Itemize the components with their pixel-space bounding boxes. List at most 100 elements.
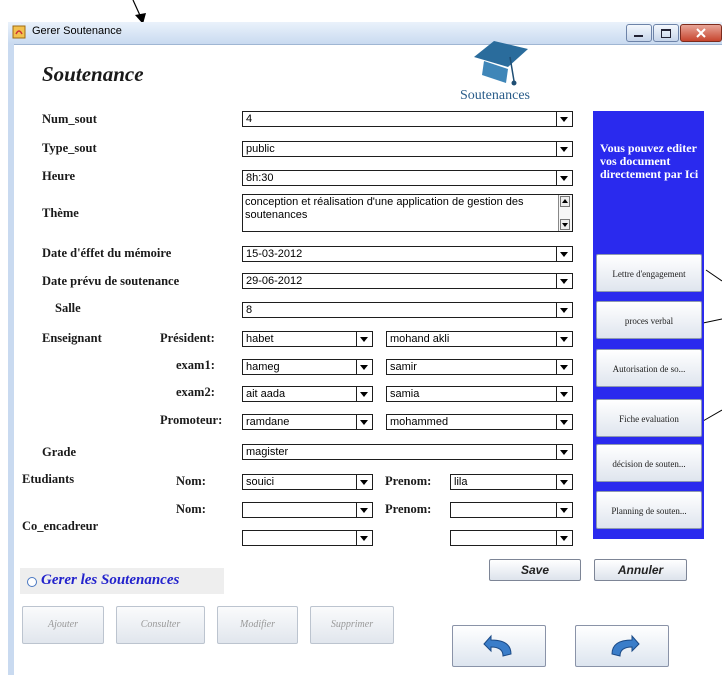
president-nom-value: habet [246, 333, 274, 345]
chevron-down-icon[interactable] [556, 387, 572, 401]
page-title: Soutenance [42, 62, 144, 86]
chevron-down-icon[interactable] [556, 360, 572, 374]
heure-label: Heure [42, 169, 76, 183]
chevron-down-icon[interactable] [556, 142, 572, 156]
exam2-prenom-select[interactable]: samia [386, 386, 573, 402]
radio-icon[interactable] [27, 577, 37, 587]
exam2-label: exam2: [176, 385, 215, 399]
exam1-nom-select[interactable]: hameg [242, 359, 373, 375]
etudiants-label: Etudiants [22, 472, 75, 486]
java-app-icon [12, 25, 26, 39]
chevron-down-icon[interactable] [556, 247, 572, 261]
chevron-down-icon[interactable] [356, 332, 372, 346]
chevron-down-icon[interactable] [556, 445, 572, 459]
president-label: Président: [160, 331, 215, 345]
chevron-down-icon[interactable] [556, 171, 572, 185]
panel-note: Vous pouvez editer vos document directem… [600, 141, 699, 181]
autorisation-button[interactable]: Autorisation de so... [596, 349, 702, 387]
chevron-down-icon[interactable] [556, 274, 572, 288]
lettre-engagement-button[interactable]: Lettre d'engagement [596, 254, 702, 292]
num-sout-select[interactable]: 4 [242, 111, 573, 127]
enseignant-label: Enseignant [42, 331, 102, 345]
president-nom-select[interactable]: habet [242, 331, 373, 347]
salle-value: 8 [246, 304, 253, 316]
undo-button[interactable] [452, 625, 546, 667]
grade-value: magister [246, 446, 289, 458]
chevron-down-icon[interactable] [356, 415, 372, 429]
close-icon [696, 28, 706, 38]
exam1-prenom-select[interactable]: samir [386, 359, 573, 375]
promoteur-nom-select[interactable]: ramdane [242, 414, 373, 430]
fiche-evaluation-button[interactable]: Fiche evaluation [596, 399, 702, 437]
manage-title: Gerer les Soutenances [41, 572, 180, 588]
planning-button[interactable]: Planning de souten... [596, 491, 702, 529]
chevron-down-icon[interactable] [356, 503, 372, 517]
grade-select[interactable]: magister [242, 444, 573, 460]
type-sout-label: Type_sout [42, 141, 97, 155]
scroll-down-icon[interactable] [560, 219, 570, 230]
co-encadreur-nom-select[interactable] [242, 530, 373, 546]
etudiant-nom-select[interactable]: souici [242, 474, 373, 490]
etudiant2-nom-select[interactable] [242, 502, 373, 518]
chevron-down-icon[interactable] [556, 332, 572, 346]
undo-arrow-icon [483, 634, 512, 657]
redo-button[interactable] [575, 625, 669, 667]
ajouter-button[interactable]: Ajouter [22, 606, 104, 644]
chevron-down-icon[interactable] [556, 503, 572, 517]
etudiant-prenom-select[interactable]: lila [450, 474, 573, 490]
etudiant-nom-label: Nom: [176, 474, 206, 488]
chevron-down-icon[interactable] [356, 531, 372, 545]
window-titlebar[interactable]: Gerer Soutenance [8, 22, 722, 45]
maximize-button[interactable] [653, 24, 679, 42]
etudiant2-prenom-select[interactable] [450, 502, 573, 518]
consulter-button[interactable]: Consulter [116, 606, 205, 644]
num-sout-value: 4 [246, 113, 253, 125]
proces-verbal-button[interactable]: proces verbal [596, 301, 702, 339]
chevron-down-icon[interactable] [556, 475, 572, 489]
etudiant-prenom-label: Prenom: [385, 474, 432, 488]
annuler-button[interactable]: Annuler [594, 559, 687, 581]
exam2-nom-select[interactable]: ait aada [242, 386, 373, 402]
chevron-down-icon[interactable] [356, 387, 372, 401]
exam1-prenom-value: samir [390, 361, 417, 373]
decision-button[interactable]: décision de souten... [596, 444, 702, 482]
heure-select[interactable]: 8h:30 [242, 170, 573, 186]
exam2-nom-value: ait aada [246, 388, 286, 400]
theme-value: conception et réalisation d'une applicat… [245, 196, 524, 221]
chevron-down-icon[interactable] [556, 415, 572, 429]
close-button[interactable] [680, 24, 722, 42]
graduation-cap-icon [474, 41, 528, 86]
date-prevu-value: 29-06-2012 [246, 275, 303, 287]
chevron-down-icon[interactable] [356, 360, 372, 374]
save-button[interactable]: Save [489, 559, 581, 581]
date-effet-select[interactable]: 15-03-2012 [242, 246, 573, 262]
salle-select[interactable]: 8 [242, 302, 573, 318]
president-prenom-select[interactable]: mohand akli [386, 331, 573, 347]
type-sout-select[interactable]: public [242, 141, 573, 157]
modifier-button[interactable]: Modifier [217, 606, 298, 644]
logo-caption: Soutenances [460, 88, 530, 103]
date-effet-value: 15-03-2012 [246, 248, 303, 260]
date-prevu-select[interactable]: 29-06-2012 [242, 273, 573, 289]
supprimer-button[interactable]: Supprimer [310, 606, 394, 644]
theme-scrollbar[interactable] [558, 195, 572, 231]
scroll-up-icon[interactable] [560, 196, 570, 207]
salle-label: Salle [55, 301, 81, 315]
chevron-down-icon[interactable] [556, 112, 572, 126]
exam1-nom-value: hameg [246, 361, 280, 373]
etudiant2-prenom-label: Prenom: [385, 502, 432, 516]
num-sout-label: Num_sout [42, 112, 97, 126]
promoteur-label: Promoteur: [160, 413, 223, 427]
theme-textarea[interactable]: conception et réalisation d'une applicat… [242, 194, 573, 232]
window-title: Gerer Soutenance [32, 25, 122, 37]
chevron-down-icon[interactable] [556, 531, 572, 545]
promoteur-prenom-select[interactable]: mohammed [386, 414, 573, 430]
co-encadreur-prenom-select[interactable] [450, 530, 573, 546]
minimize-button[interactable] [626, 24, 652, 42]
exam1-label: exam1: [176, 358, 215, 372]
chevron-down-icon[interactable] [556, 303, 572, 317]
president-prenom-value: mohand akli [390, 333, 450, 345]
chevron-down-icon[interactable] [356, 475, 372, 489]
etudiant-prenom-value: lila [454, 476, 468, 488]
promoteur-prenom-value: mohammed [390, 416, 449, 428]
